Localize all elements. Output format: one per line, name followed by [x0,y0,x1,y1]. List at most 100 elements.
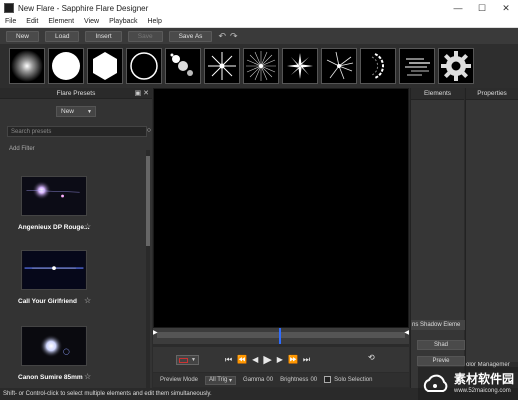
solo-selection-label: Solo Selection [334,377,373,384]
streak-star-icon[interactable] [204,48,240,84]
spark-rays-icon[interactable] [321,48,357,84]
redo-icon[interactable]: ↷ [230,31,238,42]
save-button[interactable]: Save [127,30,163,42]
dropdown-label: New [61,108,75,115]
ring-icon[interactable] [126,48,162,84]
rewind-icon[interactable]: ⏪ [237,355,247,364]
preset-thumbnail [21,326,87,366]
preview-button[interactable]: Previe [417,356,465,366]
timeline[interactable]: ▶ ◀ [153,328,409,344]
maximize-button[interactable]: ☐ [470,0,494,16]
elements-header[interactable]: Elements [411,88,464,100]
menu-element[interactable]: Element [43,18,79,25]
background-color-dropdown[interactable]: ▼ [176,355,199,365]
next-frame-icon[interactable]: ▶ [277,355,283,364]
play-icon[interactable]: ▶ [263,353,271,366]
previous-frame-icon[interactable]: ◀ [252,355,258,364]
new-button[interactable]: New [6,30,40,42]
preset-name: Canon Sumire 85mm [18,374,83,381]
save-as-button[interactable]: Save As [168,30,213,42]
menu-edit[interactable]: Edit [21,18,43,25]
preset-item[interactable]: Call Your Girlfriend ☆ [18,250,118,305]
hexagon-icon[interactable] [87,48,123,84]
elements-panel: Elements ns Shadow Eleme Shad Previe [410,88,465,388]
in-marker-icon[interactable]: ▶ [153,329,158,336]
panel-window-icons[interactable]: ▣ ✕ [135,89,149,97]
playhead[interactable] [279,328,281,344]
presets-scrollbar[interactable] [146,150,150,388]
element-preset-bar [0,44,518,88]
chevron-down-icon: ▼ [87,108,92,115]
flare-viewer[interactable] [153,88,409,328]
watermark-url: www.52maicong.com [454,388,511,394]
preset-thumbnail [21,176,87,216]
solo-selection-toggle[interactable]: Solo Selection [324,376,373,384]
app-icon [4,3,14,13]
fast-forward-icon[interactable]: ⏩ [288,355,298,364]
menu-help[interactable]: Help [142,18,166,25]
menu-view[interactable]: View [79,18,104,25]
favorite-star-icon[interactable]: ☆ [84,296,91,305]
chevron-down-icon: ▾ [229,377,233,384]
new-preset-dropdown[interactable]: New ▼ [56,106,96,117]
watermark-text: 素材软件园 [454,372,515,386]
scrollbar-thumb[interactable] [146,156,150,246]
out-marker-icon[interactable]: ◀ [404,329,409,336]
gear-icon[interactable] [438,48,474,84]
timeline-track[interactable] [157,332,405,338]
minimize-button[interactable]: — [446,0,470,16]
preset-item[interactable]: Angenieux DP Rouge... ☆ [18,176,118,231]
chevron-down-icon: ▼ [191,357,196,363]
window-title: New Flare - Sapphire Flare Designer [18,3,149,13]
preset-name: Angenieux DP Rouge... [18,224,90,231]
starburst-icon[interactable] [243,48,279,84]
menu-file[interactable]: File [0,18,21,25]
go-to-end-icon[interactable]: ⏭ [303,355,310,365]
brightness-label: Brightness [280,377,309,383]
cloud-logo-icon [423,374,448,392]
preset-name: Call Your Girlfriend [18,298,77,305]
watermark: 素材软件园 www.52maicong.com [418,367,518,400]
favorite-star-icon[interactable]: ☆ [84,222,91,231]
loop-icon[interactable]: ⟲ [368,353,375,362]
transport-controls: ▼ ⏮ ⏪ ◀ ▶ ▶ ⏩ ⏭ ⟲ [153,347,409,372]
toolbar: New Load Insert Save Save As ↶ ↷ [0,28,518,44]
shadow-element-row[interactable]: ns Shadow Eleme [411,320,465,330]
menu-playback[interactable]: Playback [104,18,142,25]
properties-panel: Properties olor Managemer [465,88,518,388]
search-placeholder: Search presets [11,128,52,135]
flare-presets-panel: Flare Presets ▣ ✕ New ▼ Search presets ○… [0,88,152,388]
add-filter-link[interactable]: Add Filter [9,146,35,152]
undo-icon[interactable]: ↶ [218,31,226,42]
load-button[interactable]: Load [45,30,80,42]
go-to-start-icon[interactable]: ⏮ [225,355,232,365]
search-input[interactable]: Search presets ○ [7,126,151,137]
preview-options-bar: Preview Mode All Trig ▾ Gamma 00 Brightn… [153,373,409,387]
panel-header: Flare Presets ▣ ✕ [0,88,152,99]
insert-button[interactable]: Insert [85,30,122,42]
close-button[interactable]: ✕ [494,0,518,16]
title-bar: New Flare - Sapphire Flare Designer — ☐ … [0,0,518,16]
horizontal-streaks-icon[interactable] [399,48,435,84]
panel-title: Flare Presets [56,89,96,97]
gamma-label: Gamma [243,377,265,383]
shadow-button[interactable]: Shad [417,340,465,350]
preset-item[interactable]: Canon Sumire 85mm ☆ [18,326,118,381]
color-swatch [179,357,188,363]
menu-bar: File Edit Element View Playback Help [0,16,518,28]
preview-mode-value: All Trig [209,377,228,383]
white-disc-icon[interactable] [48,48,84,84]
star-rays-icon[interactable] [282,48,318,84]
gamma-value[interactable]: 00 [266,377,273,383]
brightness-value[interactable]: 00 [310,377,317,383]
preview-mode-label: Preview Mode [160,377,199,383]
favorite-star-icon[interactable]: ☆ [84,372,91,381]
search-icon[interactable]: ○ [147,127,151,134]
preview-mode-select[interactable]: All Trig ▾ [205,375,237,385]
solo-selection-checkbox[interactable] [324,376,332,384]
dot-chain-icon[interactable] [165,48,201,84]
preset-thumbnail [21,250,87,290]
properties-header[interactable]: Properties [466,88,518,100]
soft-glow-icon[interactable] [9,48,45,84]
arc-icon[interactable] [360,48,396,84]
